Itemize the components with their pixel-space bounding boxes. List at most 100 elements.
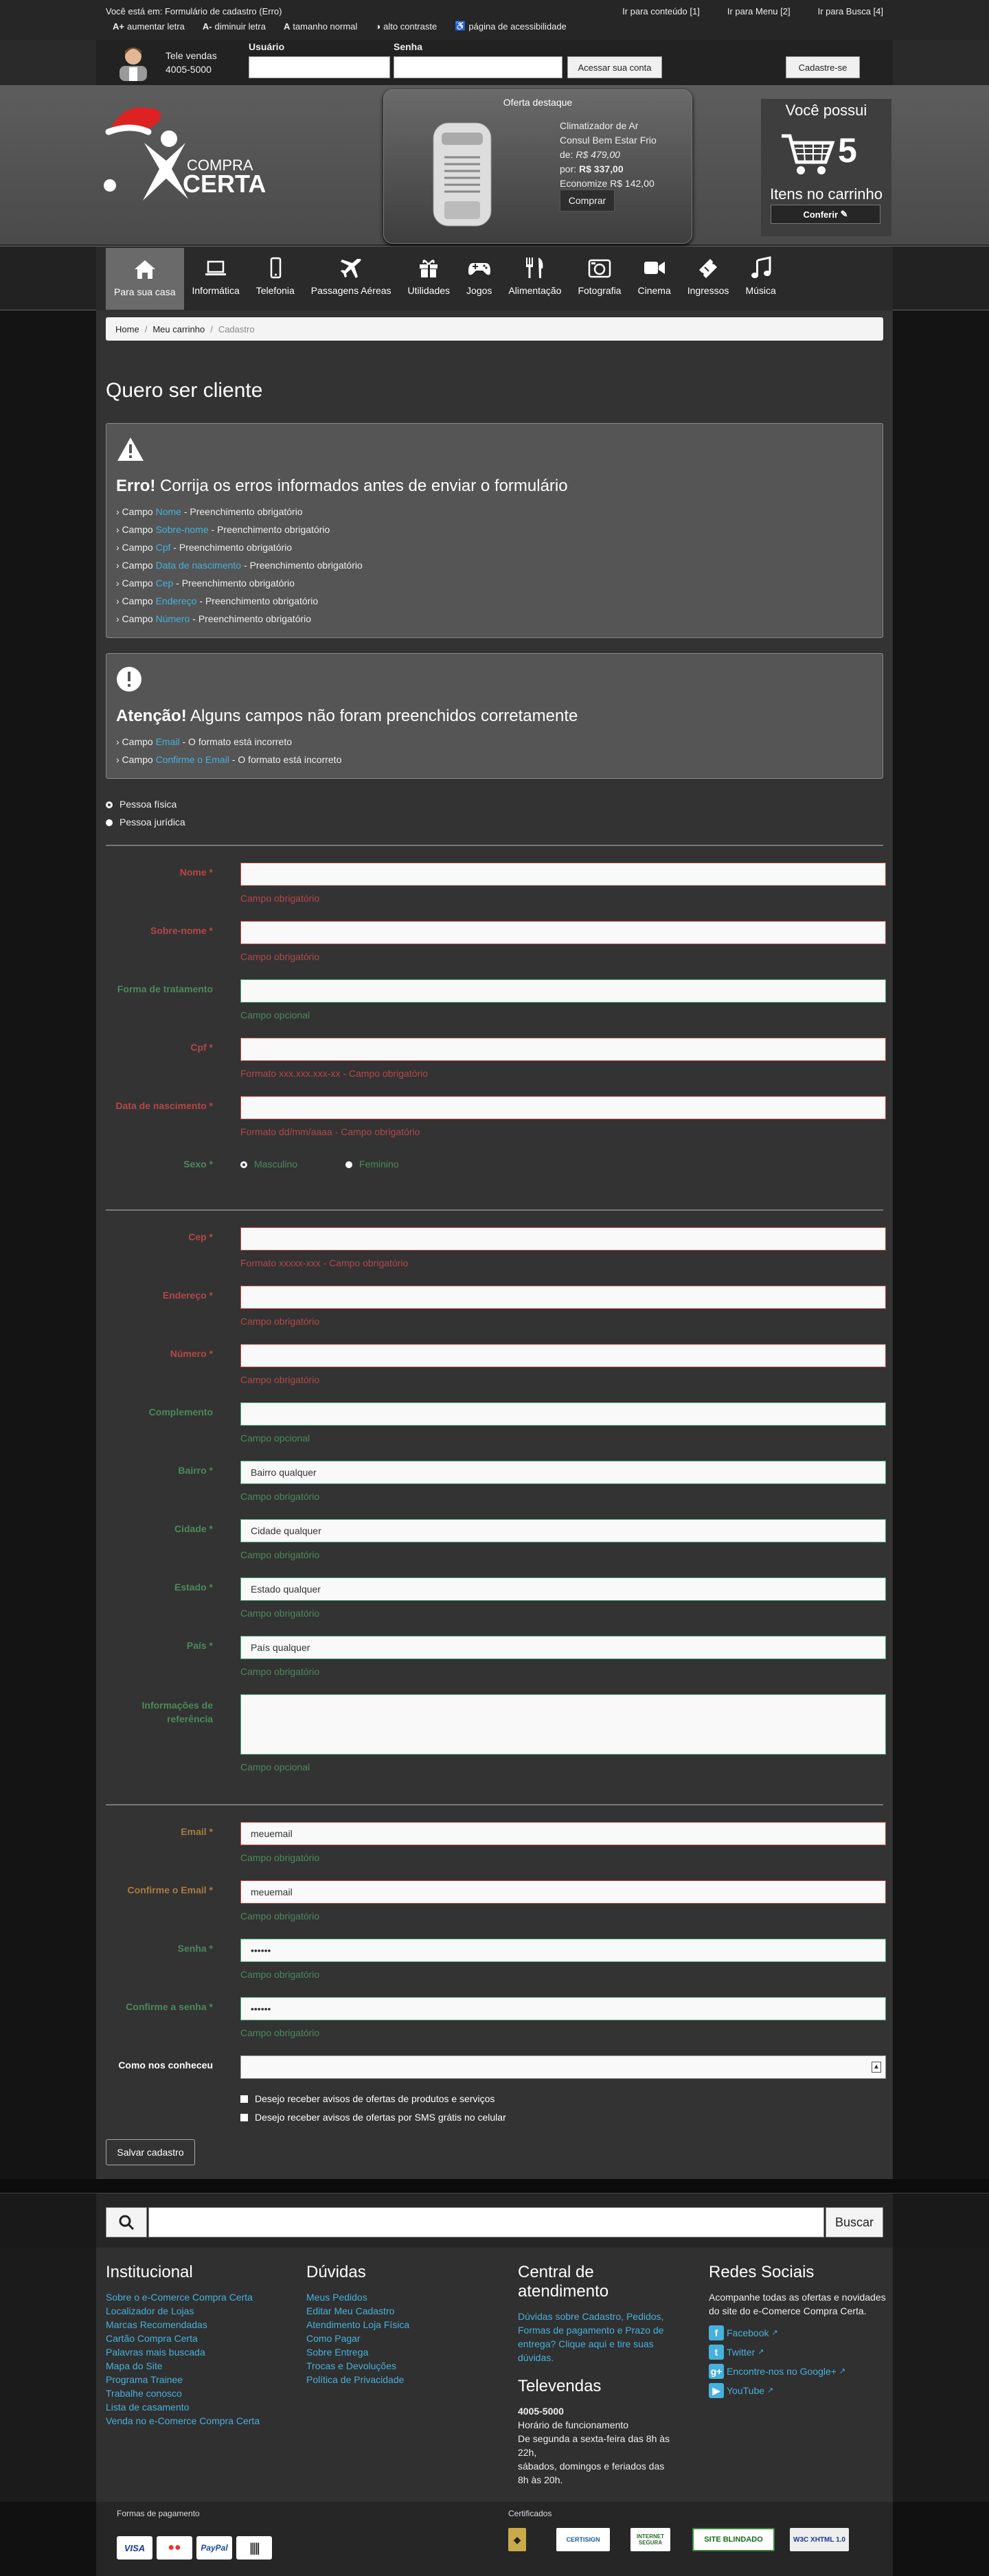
alert-field-link[interactable]: Confirme o Email — [156, 754, 229, 765]
air-cooler-image[interactable] — [424, 119, 501, 232]
footer-link[interactable]: Editar Meu Cadastro — [306, 2304, 485, 2318]
header-band: COMPRA CERTA Oferta destaque Climatizado… — [0, 85, 989, 246]
referencia-textarea[interactable] — [240, 1694, 886, 1755]
alert-field-link[interactable]: Cpf — [156, 542, 171, 553]
footer-link[interactable]: Como Pagar — [306, 2332, 485, 2345]
social-link-3[interactable]: ▶ YouTube ↗ — [709, 2381, 887, 2400]
normal-font-link[interactable]: Atamanho normal — [284, 21, 357, 32]
nav-item-2[interactable]: Telefonia — [248, 247, 303, 308]
field-input[interactable] — [240, 863, 886, 886]
nav-item-8[interactable]: Cinema — [629, 247, 679, 308]
form-row: Email * meuemail Campo obrigatório — [106, 1822, 886, 1880]
checkbox-sms[interactable]: Desejo receber avisos de ofertas por SMS… — [240, 2108, 883, 2127]
field-input[interactable] — [240, 921, 886, 944]
save-button[interactable]: Salvar cadastro — [106, 2139, 195, 2165]
footer-link[interactable]: Marcas Recomendadas — [106, 2318, 284, 2332]
nav-item-10[interactable]: Música — [737, 247, 784, 308]
field-input[interactable]: Cidade qualquer — [240, 1519, 886, 1542]
search-icon[interactable] — [106, 2207, 147, 2237]
alert-field-link[interactable]: Cep — [156, 578, 174, 589]
alert-field-link[interactable]: Nome — [156, 506, 181, 517]
field-input[interactable] — [240, 1402, 886, 1426]
footer-link[interactable]: Política de Privacidade — [306, 2373, 485, 2386]
footer-link[interactable]: Palavras mais buscada — [106, 2345, 284, 2359]
page-title: Quero ser cliente — [106, 379, 263, 402]
featured-offer: Oferta destaque Climatizador de Ar Consu… — [383, 89, 692, 244]
location-text: Você está em: Formulário de cadastro (Er… — [106, 6, 282, 16]
field-input[interactable] — [240, 979, 886, 1003]
nav-item-7[interactable]: Fotografia — [569, 247, 629, 308]
alert-field-link[interactable]: Email — [156, 736, 180, 747]
nav-item-3[interactable]: Passagens Aéreas — [303, 247, 400, 308]
footer-link[interactable]: Venda no e-Comerce Compra Certa — [106, 2414, 284, 2428]
high-contrast-link[interactable]: ◑ alto contraste — [375, 21, 437, 32]
footer-link[interactable]: Meus Pedidos — [306, 2290, 485, 2304]
decrease-font-link[interactable]: A-diminuir letra — [203, 21, 266, 32]
skip-to-search-link[interactable]: Ir para Busca [4] — [818, 6, 883, 16]
nav-item-5[interactable]: Jogos — [458, 247, 500, 308]
radio-masculino[interactable]: Masculino — [240, 1159, 297, 1170]
field-input[interactable] — [240, 1286, 886, 1309]
alert-field-link[interactable]: Data de nascimento — [156, 560, 242, 571]
field-help: Formato xxxxx-xxx - Campo obrigatório — [240, 1257, 409, 1268]
login-button[interactable]: Acessar sua conta — [567, 56, 662, 78]
social-link-2[interactable]: g+ Encontre-nos no Google+ ↗ — [709, 2362, 887, 2381]
field-input[interactable] — [240, 1038, 886, 1061]
field-input[interactable]: •••••• — [240, 1997, 886, 2020]
field-input[interactable]: Bairro qualquer — [240, 1461, 886, 1484]
social-link-1[interactable]: t Twitter ↗ — [709, 2343, 887, 2362]
password-input[interactable] — [394, 56, 562, 78]
nav-label: Ingressos — [687, 285, 729, 296]
footer-link[interactable]: Cartão Compra Certa — [106, 2332, 284, 2345]
field-input[interactable] — [240, 1344, 886, 1367]
checkbox-ofertas[interactable]: Desejo receber avisos de ofertas de prod… — [240, 2090, 883, 2108]
field-help: Campo obrigatório — [240, 2027, 320, 2038]
field-input[interactable]: País qualquer — [240, 1636, 886, 1659]
nav-item-9[interactable]: Ingressos — [679, 247, 738, 308]
como-conheceu-select[interactable]: ▲ — [240, 2055, 886, 2079]
skip-to-content-link[interactable]: Ir para conteúdo [1] — [622, 6, 700, 16]
footer-link[interactable]: Trocas e Devoluções — [306, 2359, 485, 2373]
field-input[interactable]: meuemail — [240, 1822, 886, 1845]
field-input[interactable] — [240, 1227, 886, 1251]
field-input[interactable]: Estado qualquer — [240, 1577, 886, 1601]
footer-link[interactable]: Trabalhe conosco — [106, 2386, 284, 2400]
nav-item-1[interactable]: Informática — [184, 247, 248, 308]
field-input[interactable]: •••••• — [240, 1939, 886, 1962]
footer-link[interactable]: Sobre o e-Comerce Compra Certa — [106, 2290, 284, 2304]
field-help: Campo obrigatório — [240, 1374, 320, 1385]
check-cart-button[interactable]: Conferir ✎ — [771, 205, 880, 224]
accessibility-page-link[interactable]: ♿ página de acessibilidade — [455, 21, 567, 32]
footer-link[interactable]: Atendimento Loja Física — [306, 2318, 485, 2332]
register-button[interactable]: Cadastre-se — [786, 56, 860, 78]
footer-link[interactable]: Lista de casamento — [106, 2400, 284, 2414]
breadcrumb-home[interactable]: Home — [115, 324, 139, 334]
compra-certa-logo[interactable]: COMPRA CERTA — [103, 103, 275, 213]
footer-link[interactable]: Mapa do Site — [106, 2359, 284, 2373]
nav-item-0[interactable]: Para sua casa — [106, 248, 184, 310]
central-help-link[interactable]: Dúvidas sobre Cadastro, Pedidos, Formas … — [518, 2310, 676, 2364]
search-button[interactable]: Buscar — [826, 2207, 883, 2237]
alert-field-link[interactable]: Endereço — [156, 595, 197, 606]
laptop-icon — [205, 260, 227, 275]
increase-font-link[interactable]: A+ aumentar letra — [113, 21, 185, 32]
alert-field-link[interactable]: Sobre-nome — [156, 524, 209, 535]
radio-pessoa-juridica[interactable]: Pessoa jurídica — [106, 813, 883, 831]
breadcrumb-cart[interactable]: Meu carrinho — [152, 324, 205, 334]
external-link-icon: ↗ — [839, 2367, 846, 2375]
user-input[interactable] — [249, 56, 390, 78]
skip-to-menu-link[interactable]: Ir para Menu [2] — [727, 6, 791, 16]
footer-link[interactable]: Sobre Entrega — [306, 2345, 485, 2359]
search-input[interactable] — [148, 2207, 824, 2237]
nav-item-4[interactable]: Utilidades — [400, 247, 458, 308]
buy-button[interactable]: Comprar — [560, 190, 615, 212]
field-input[interactable]: meuemail — [240, 1880, 886, 1904]
field-input[interactable] — [240, 1096, 886, 1119]
alert-field-link[interactable]: Número — [156, 613, 190, 624]
nav-item-6[interactable]: Alimentação — [500, 247, 569, 308]
radio-pessoa-fisica[interactable]: Pessoa física — [106, 795, 883, 813]
footer-link[interactable]: Localizador de Lojas — [106, 2304, 284, 2318]
social-link-0[interactable]: f Facebook ↗ — [709, 2323, 887, 2343]
footer-link[interactable]: Programa Trainee — [106, 2373, 284, 2386]
radio-feminino[interactable]: Feminino — [345, 1159, 399, 1170]
